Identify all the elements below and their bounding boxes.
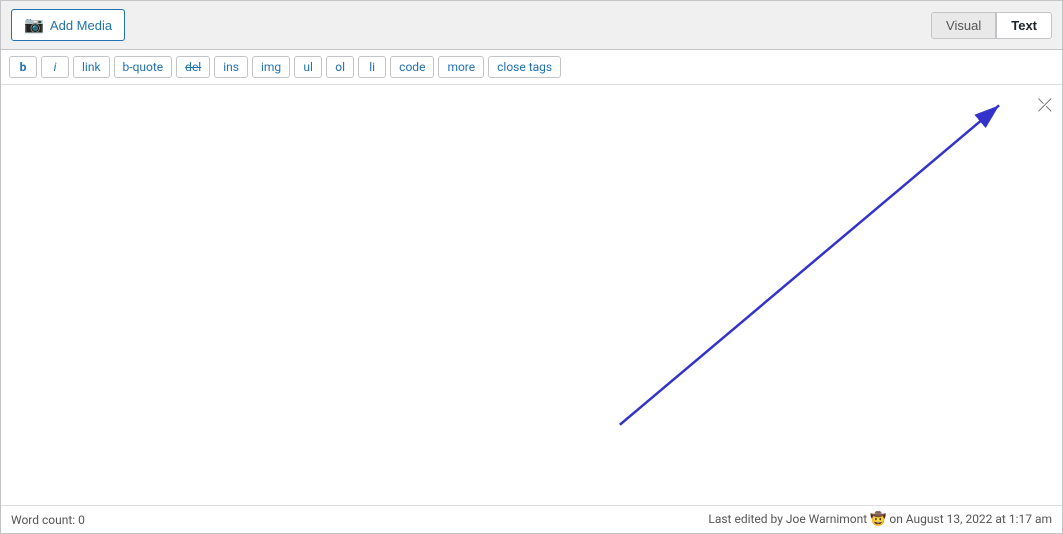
toolbar-code-button[interactable]: code <box>390 56 434 78</box>
last-edited-label: Last edited by Joe Warnimont <box>708 512 867 526</box>
last-edited-suffix: on August 13, 2022 at 1:17 am <box>889 512 1052 526</box>
toolbar-img-button[interactable]: img <box>252 56 290 78</box>
toolbar-italic-button[interactable]: i <box>41 56 69 78</box>
toolbar-link-button[interactable]: link <box>73 56 110 78</box>
tab-text[interactable]: Text <box>996 12 1052 39</box>
add-media-label: Add Media <box>50 18 112 33</box>
last-edited: Last edited by Joe Warnimont 🤠 on August… <box>708 512 1052 527</box>
toolbar-ins-button[interactable]: ins <box>214 56 248 78</box>
editor-textarea[interactable] <box>1 85 1062 505</box>
editor-top-bar: 📷 Add Media Visual Text <box>1 1 1062 50</box>
editor-footer: Word count: 0 Last edited by Joe Warnimo… <box>1 505 1062 533</box>
toolbar-del-button[interactable]: del <box>176 56 210 78</box>
toolbar-ol-button[interactable]: ol <box>326 56 354 78</box>
tab-visual[interactable]: Visual <box>931 12 996 39</box>
toolbar-bold-button[interactable]: b <box>9 56 37 78</box>
toolbar-li-button[interactable]: li <box>358 56 386 78</box>
tab-buttons: Visual Text <box>931 12 1052 39</box>
toolbar-closetags-button[interactable]: close tags <box>488 56 561 78</box>
add-media-button[interactable]: 📷 Add Media <box>11 9 125 41</box>
expand-icon-button[interactable]: ⤫ <box>1036 93 1054 118</box>
toolbar-more-button[interactable]: more <box>438 56 484 78</box>
editor-area: ⤫ <box>1 85 1062 505</box>
last-edited-avatar: 🤠 <box>870 512 886 527</box>
toolbar-bquote-button[interactable]: b-quote <box>114 56 173 78</box>
toolbar-ul-button[interactable]: ul <box>294 56 322 78</box>
editor-wrapper: 📷 Add Media Visual Text b i link b-quote… <box>0 0 1063 534</box>
add-media-icon: 📷 <box>24 15 44 35</box>
editor-toolbar: b i link b-quote del ins img ul ol li co… <box>1 50 1062 85</box>
word-count: Word count: 0 <box>11 513 85 527</box>
